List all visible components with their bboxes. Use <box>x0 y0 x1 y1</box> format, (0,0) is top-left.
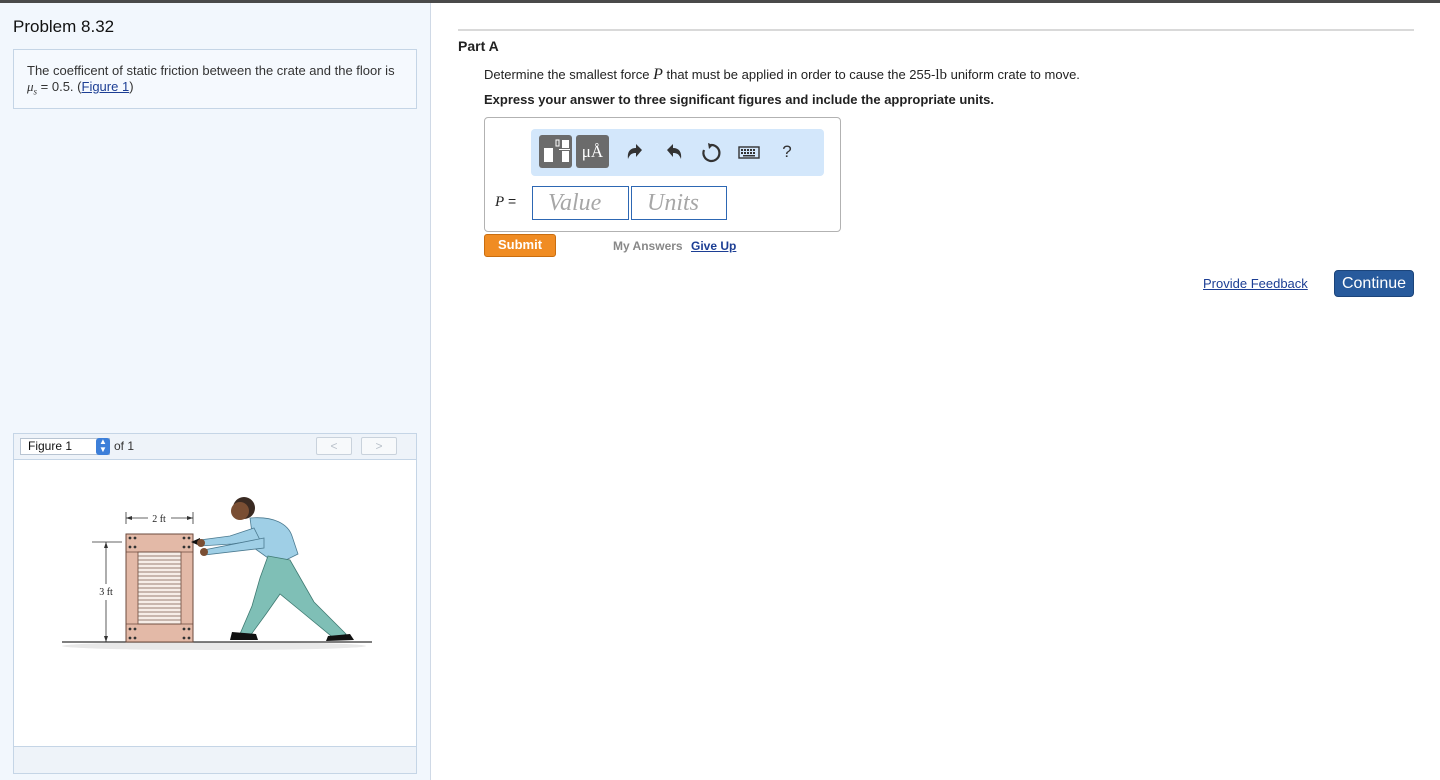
submit-button[interactable]: Submit <box>484 234 556 257</box>
instruction-text: Express your answer to three significant… <box>484 92 994 107</box>
prev-figure-button[interactable]: < <box>316 437 352 455</box>
value-input[interactable]: Value <box>532 186 629 220</box>
part-label: Part A <box>458 38 499 54</box>
mu-value: = 0.5. ( <box>37 79 82 94</box>
answer-eq: = <box>504 193 517 209</box>
select-arrows-icon: ▲ ▼ <box>96 438 110 455</box>
problem-intro: The coefficent of static friction betwee… <box>13 49 417 109</box>
width-label: 2 ft <box>152 514 166 525</box>
undo-icon[interactable] <box>624 141 648 168</box>
keyboard-icon[interactable] <box>737 141 761 168</box>
provide-feedback-link[interactable]: Provide Feedback <box>1203 276 1308 291</box>
figure-count: of 1 <box>114 439 135 453</box>
figure-select[interactable]: Figure 1 ▲ ▼ <box>20 438 110 455</box>
problem-panel: Problem 8.32 The coefficent of static fr… <box>0 3 431 780</box>
height-label: 3 ft <box>99 587 113 598</box>
question-post: uniform crate to move. <box>946 67 1080 82</box>
figure-select-value: Figure 1 <box>28 439 73 453</box>
answer-var: P <box>495 194 505 210</box>
figure-link[interactable]: Figure 1 <box>82 79 130 94</box>
divider <box>458 29 1414 31</box>
answer-panel: Part A Determine the smallest force P th… <box>431 3 1440 780</box>
next-figure-button[interactable]: > <box>361 437 397 455</box>
answer-box: μÅ ? P = Value Units <box>484 117 841 232</box>
question-unit: lb <box>935 67 947 83</box>
continue-button[interactable]: Continue <box>1334 270 1414 297</box>
figure-header: Figure 1 ▲ ▼ of 1 < > <box>14 434 416 460</box>
help-icon[interactable]: ? <box>775 141 799 163</box>
question-text: Determine the smallest force P that must… <box>484 66 1080 84</box>
my-answers-link[interactable]: My Answers <box>613 239 683 253</box>
crate-figure: 2 ft 3 ft <box>62 497 372 650</box>
reset-icon[interactable] <box>699 141 723 168</box>
question-pre: Determine the smallest force <box>484 67 654 82</box>
question-mid: that must be applied in order to cause t… <box>662 67 936 82</box>
question-var: P <box>653 66 663 83</box>
math-toolbar: μÅ ? <box>531 129 824 176</box>
problem-title: Problem 8.32 <box>13 17 115 36</box>
answer-variable: P = <box>495 193 516 211</box>
figure-panel: Figure 1 ▲ ▼ of 1 < > 2 ft 3 ft <box>13 433 417 774</box>
give-up-link[interactable]: Give Up <box>691 239 736 253</box>
units-input[interactable]: Units <box>631 186 727 220</box>
units-icon[interactable]: μÅ <box>576 135 609 168</box>
figure-footer <box>14 746 416 773</box>
templates-icon[interactable] <box>539 135 572 168</box>
close-paren: ) <box>129 79 134 94</box>
intro-text: The coefficent of static friction betwee… <box>27 63 395 78</box>
redo-icon[interactable] <box>661 141 685 168</box>
